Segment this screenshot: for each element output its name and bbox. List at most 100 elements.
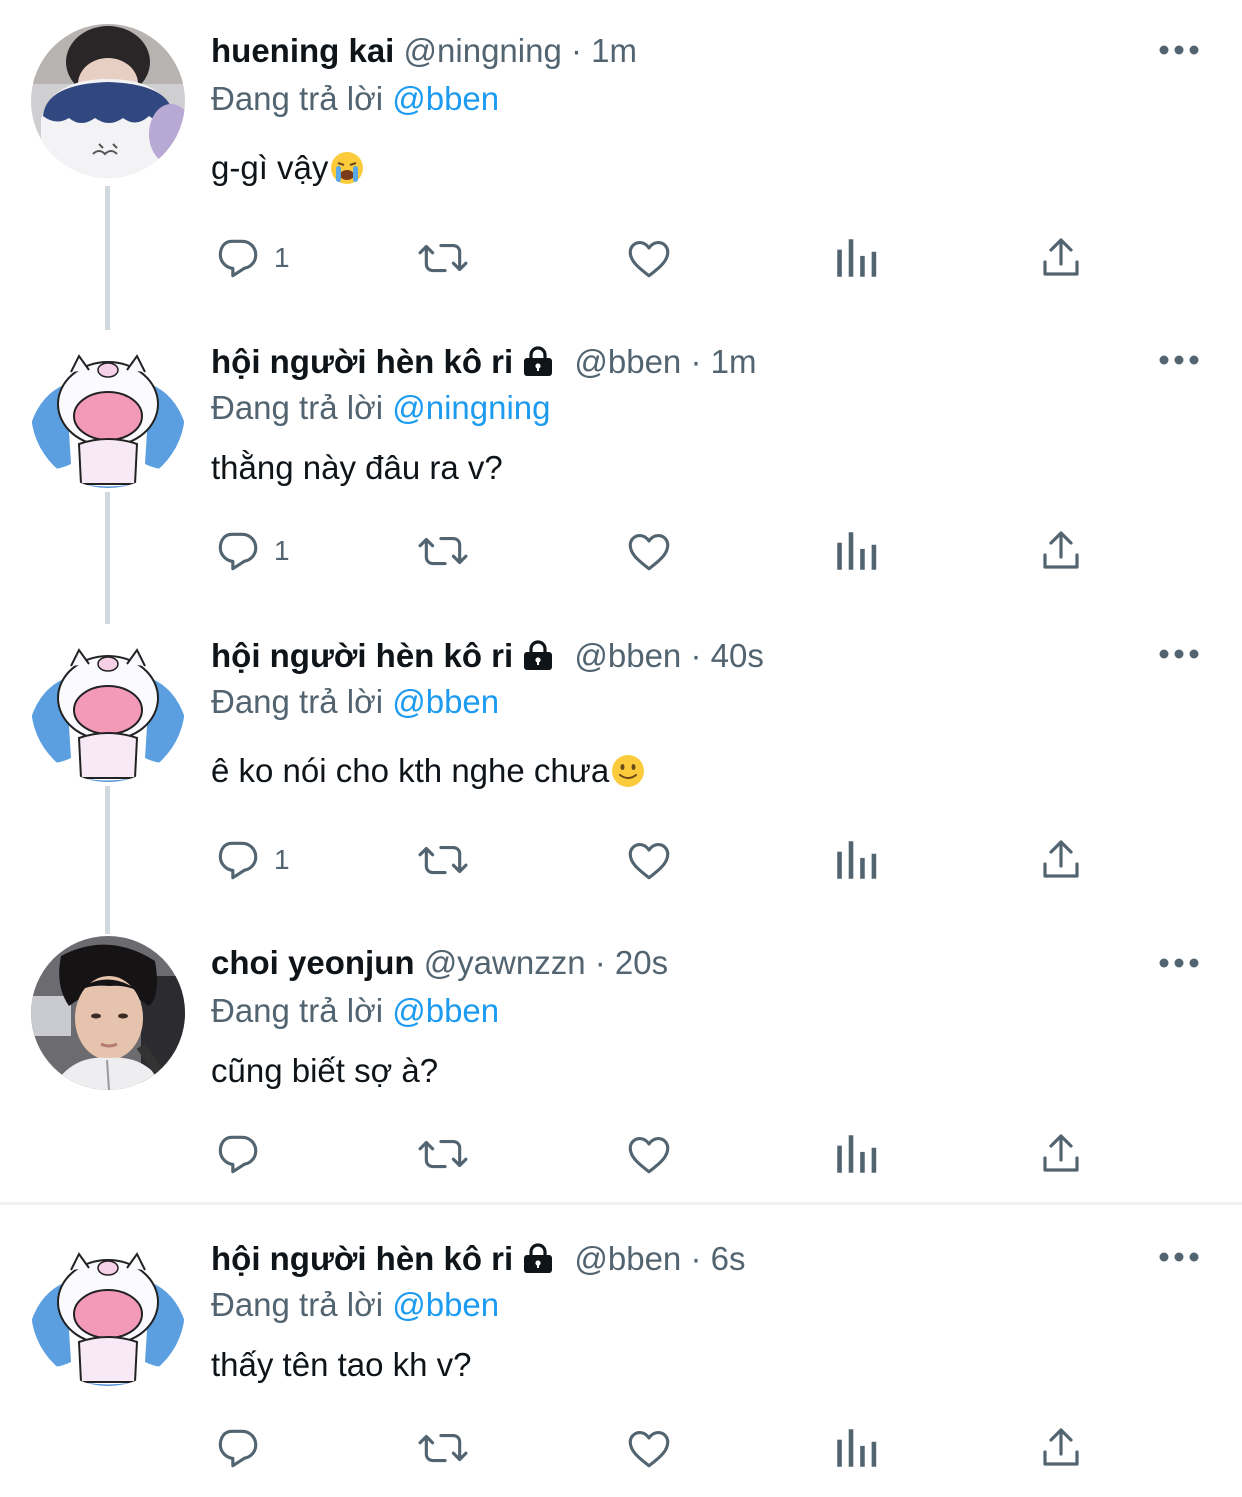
mention-link[interactable]: @bben bbox=[392, 992, 499, 1029]
action-bar: 1 bbox=[0, 521, 1242, 581]
handle[interactable]: @yawnzzn bbox=[424, 944, 586, 981]
display-name[interactable]: choi yeonjun bbox=[211, 944, 415, 981]
like-button[interactable] bbox=[624, 830, 674, 890]
mention-link[interactable]: @bben bbox=[392, 1286, 499, 1323]
tweet[interactable]: hội người hèn kô ri @bben · 1m Đang trả … bbox=[0, 330, 1242, 624]
reply-button[interactable]: 1 bbox=[212, 830, 290, 890]
like-button[interactable] bbox=[624, 1418, 674, 1478]
replying-to: Đang trả lời @ningning bbox=[211, 388, 551, 428]
mention-link[interactable]: @ningning bbox=[392, 389, 550, 426]
retweet-button[interactable] bbox=[415, 521, 471, 581]
share-icon bbox=[1037, 1129, 1085, 1179]
handle[interactable]: @bben bbox=[574, 637, 681, 674]
retweet-icon bbox=[415, 233, 471, 283]
tweet-header: hội người hèn kô ri @bben · 40s bbox=[211, 636, 764, 680]
mention-link[interactable]: @bben bbox=[392, 683, 499, 720]
share-button[interactable] bbox=[1037, 228, 1085, 288]
share-button[interactable] bbox=[1037, 1124, 1085, 1184]
replying-to: Đang trả lời @bben bbox=[211, 682, 499, 722]
like-icon bbox=[624, 1129, 674, 1179]
share-button[interactable] bbox=[1037, 830, 1085, 890]
display-name[interactable]: hội người hèn kô ri bbox=[211, 343, 513, 380]
reply-count: 1 bbox=[274, 844, 290, 875]
tweet-text: cũng biết sợ à? bbox=[211, 1051, 438, 1091]
share-button[interactable] bbox=[1037, 521, 1085, 581]
retweet-button[interactable] bbox=[415, 830, 471, 890]
tweet-header: huening kai @ningning · 1m bbox=[211, 31, 637, 71]
analytics-icon bbox=[833, 835, 879, 885]
retweet-button[interactable] bbox=[415, 1124, 471, 1184]
replying-to-label: Đang trả lời bbox=[211, 1286, 384, 1323]
avatar[interactable] bbox=[31, 1232, 185, 1386]
like-icon bbox=[624, 233, 674, 283]
reply-count: 1 bbox=[274, 535, 290, 566]
like-icon bbox=[624, 835, 674, 885]
more-icon[interactable] bbox=[1158, 1247, 1202, 1267]
retweet-icon bbox=[415, 526, 471, 576]
action-bar bbox=[0, 1124, 1242, 1184]
separator: · bbox=[690, 343, 702, 380]
avatar[interactable] bbox=[31, 334, 185, 488]
display-name[interactable]: hội người hèn kô ri bbox=[211, 637, 513, 674]
reply-icon bbox=[212, 1423, 262, 1473]
share-icon bbox=[1037, 1423, 1085, 1473]
timestamp[interactable]: 6s bbox=[711, 1240, 746, 1277]
analytics-button[interactable] bbox=[833, 830, 879, 890]
more-icon[interactable] bbox=[1158, 40, 1202, 60]
handle[interactable]: @bben bbox=[574, 343, 681, 380]
like-button[interactable] bbox=[624, 1124, 674, 1184]
replying-to-label: Đang trả lời bbox=[211, 389, 384, 426]
reply-button[interactable]: 1 bbox=[212, 521, 290, 581]
display-name[interactable]: hội người hèn kô ri bbox=[211, 1240, 513, 1277]
handle[interactable]: @bben bbox=[574, 1240, 681, 1277]
reply-count: 1 bbox=[274, 242, 290, 273]
more-icon[interactable] bbox=[1158, 953, 1202, 973]
share-button[interactable] bbox=[1037, 1418, 1085, 1478]
reply-button[interactable] bbox=[212, 1124, 274, 1184]
tweet-text: thằng này đâu ra v? bbox=[211, 448, 503, 488]
timestamp[interactable]: 1m bbox=[591, 32, 637, 69]
analytics-button[interactable] bbox=[833, 228, 879, 288]
tweet-text-content: thằng này đâu ra v? bbox=[211, 449, 503, 486]
tweet[interactable]: choi yeonjun @yawnzzn · 20s Đang trả lời… bbox=[0, 934, 1242, 1202]
separator: · bbox=[690, 637, 702, 674]
tweet[interactable]: huening kai @ningning · 1m Đang trả lời … bbox=[0, 0, 1242, 330]
like-icon bbox=[624, 1423, 674, 1473]
more-icon[interactable] bbox=[1158, 350, 1202, 370]
tweet-text-content: thấy tên tao kh v? bbox=[211, 1346, 472, 1383]
like-button[interactable] bbox=[624, 521, 674, 581]
handle[interactable]: @ningning bbox=[404, 32, 562, 69]
avatar[interactable] bbox=[31, 936, 185, 1090]
retweet-button[interactable] bbox=[415, 1418, 471, 1478]
replying-to: Đang trả lời @bben bbox=[211, 991, 499, 1031]
timestamp[interactable]: 40s bbox=[711, 637, 764, 674]
share-icon bbox=[1037, 526, 1085, 576]
display-name[interactable]: huening kai bbox=[211, 32, 394, 69]
more-icon[interactable] bbox=[1158, 644, 1202, 664]
tweet[interactable]: hội người hèn kô ri @bben · 40s Đang trả… bbox=[0, 624, 1242, 934]
analytics-button[interactable] bbox=[833, 1418, 879, 1478]
like-button[interactable] bbox=[624, 228, 674, 288]
retweet-icon bbox=[415, 1423, 471, 1473]
action-bar bbox=[0, 1418, 1242, 1478]
analytics-button[interactable] bbox=[833, 521, 879, 581]
timestamp[interactable]: 1m bbox=[711, 343, 757, 380]
tweet[interactable]: hội người hèn kô ri @bben · 6s Đang trả … bbox=[0, 1228, 1242, 1497]
analytics-icon bbox=[833, 526, 879, 576]
analytics-icon bbox=[833, 1423, 879, 1473]
tweet-header: hội người hèn kô ri @bben · 1m bbox=[211, 342, 756, 386]
tweet-text: g-gì vậy bbox=[211, 148, 364, 194]
avatar[interactable] bbox=[31, 628, 185, 782]
analytics-button[interactable] bbox=[833, 1124, 879, 1184]
reply-button[interactable]: 1 bbox=[212, 228, 290, 288]
like-icon bbox=[624, 526, 674, 576]
lock-icon bbox=[521, 639, 555, 680]
mention-link[interactable]: @bben bbox=[392, 80, 499, 117]
action-bar: 1 bbox=[0, 228, 1242, 288]
tweet-header: choi yeonjun @yawnzzn · 20s bbox=[211, 943, 668, 983]
retweet-button[interactable] bbox=[415, 228, 471, 288]
timestamp[interactable]: 20s bbox=[615, 944, 668, 981]
tweet-text-content: cũng biết sợ à? bbox=[211, 1052, 439, 1089]
reply-button[interactable] bbox=[212, 1418, 274, 1478]
avatar[interactable] bbox=[31, 24, 185, 178]
